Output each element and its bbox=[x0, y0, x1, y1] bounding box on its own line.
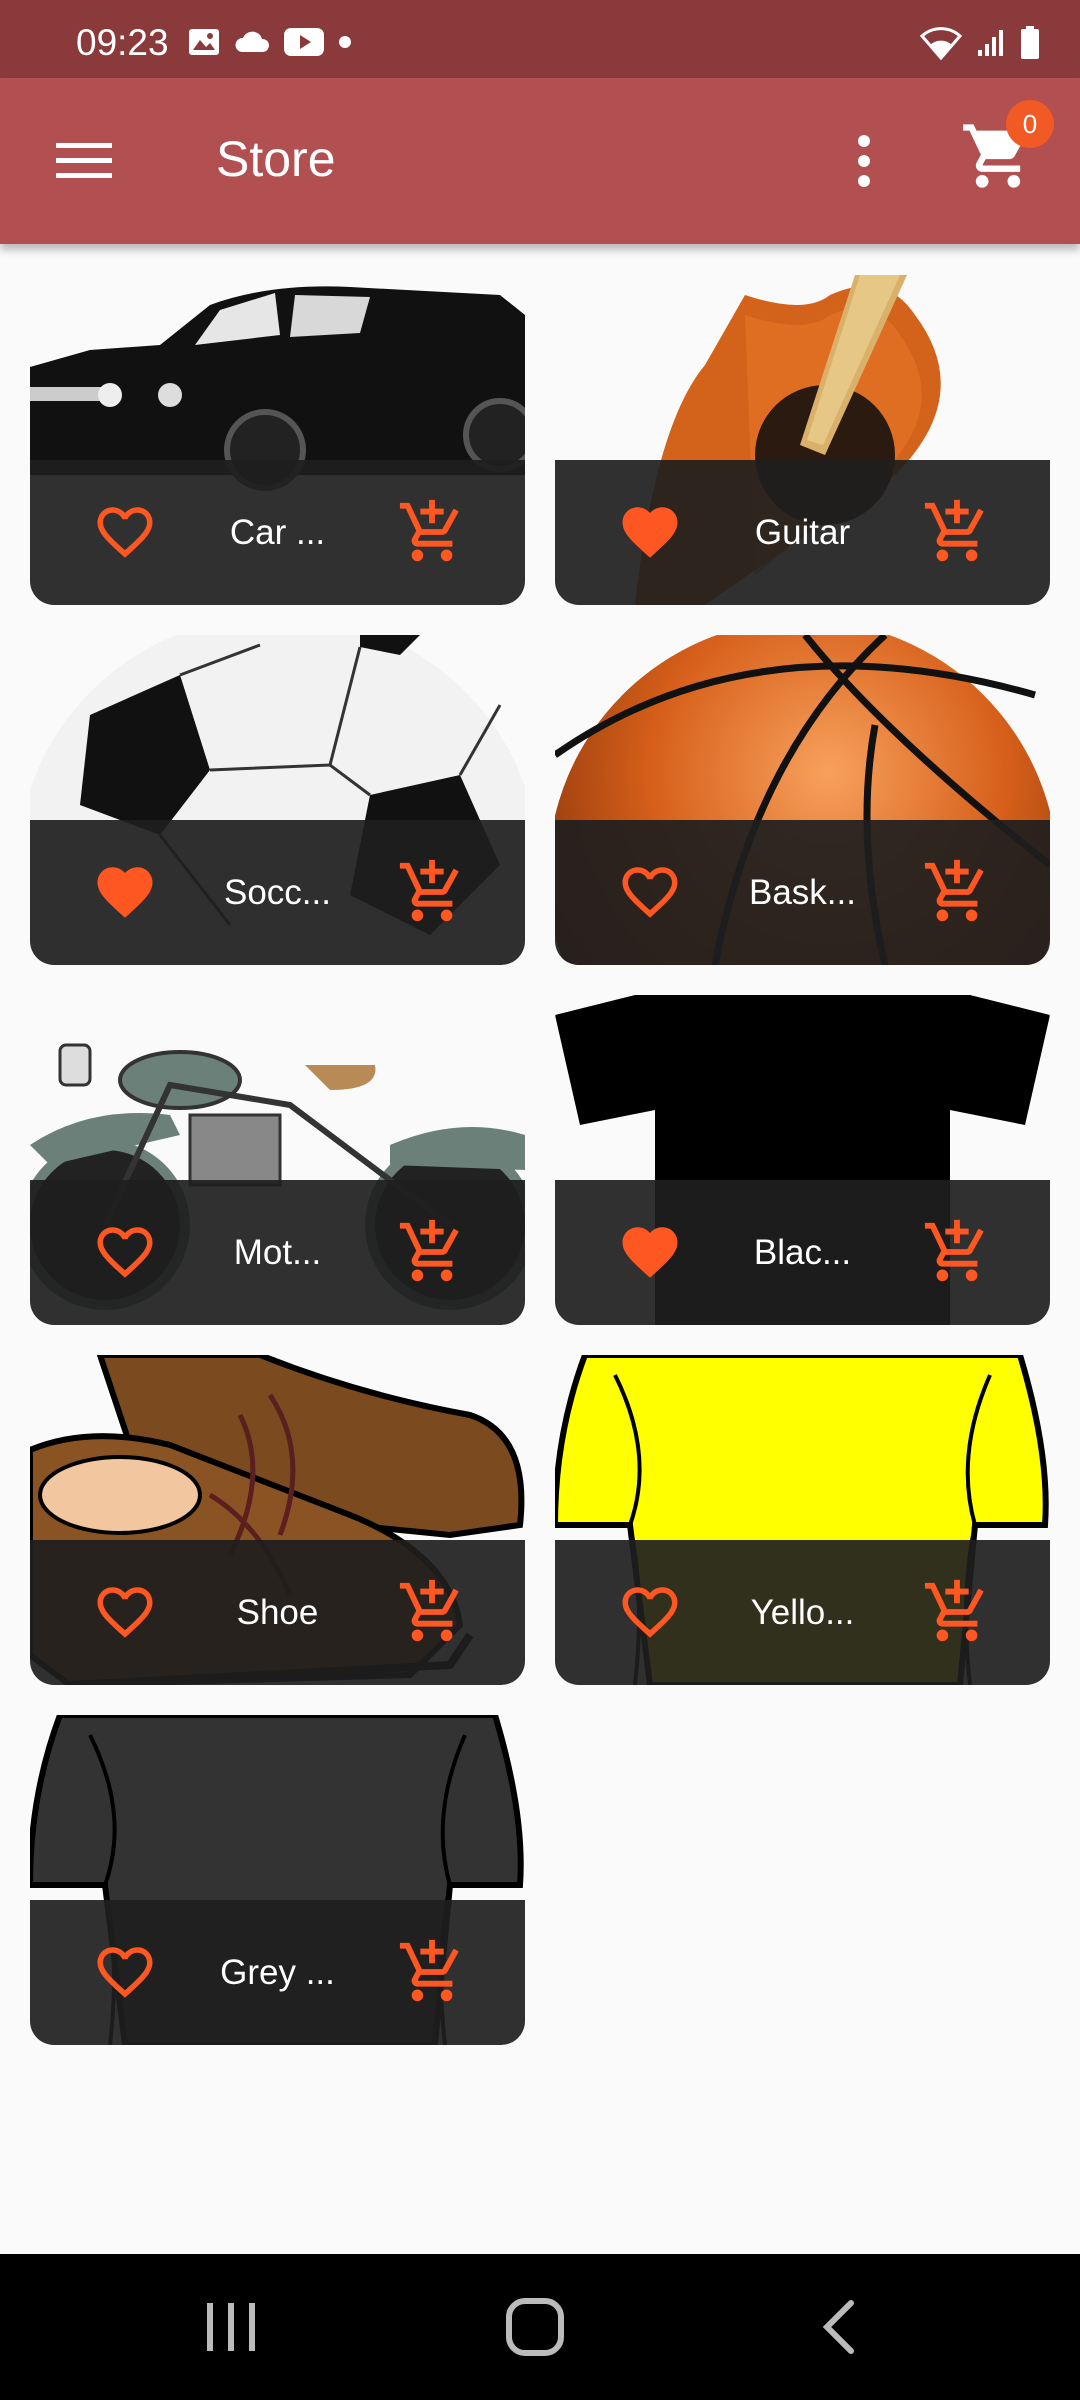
recents-button[interactable] bbox=[186, 2292, 276, 2362]
add-shopping-cart-icon[interactable] bbox=[922, 497, 992, 567]
add-shopping-cart-icon[interactable] bbox=[397, 1937, 467, 2007]
add-shopping-cart-icon[interactable] bbox=[922, 1577, 992, 1647]
product-card-yellow-tshirt[interactable]: Yello... bbox=[555, 1355, 1050, 1685]
back-icon bbox=[822, 2300, 854, 2354]
home-icon bbox=[506, 2298, 564, 2356]
product-card-shoe[interactable]: Shoe bbox=[30, 1355, 525, 1685]
product-card-soccer[interactable]: Socc... bbox=[30, 635, 525, 965]
add-shopping-cart-icon[interactable] bbox=[397, 1577, 467, 1647]
home-button[interactable] bbox=[490, 2292, 580, 2362]
system-nav-bar bbox=[0, 2254, 1080, 2400]
product-card-car[interactable]: Car ... bbox=[30, 275, 525, 605]
product-card-guitar[interactable]: Guitar bbox=[555, 275, 1050, 605]
product-grid: Car ... Guitar Socc... Bask... Mot... Bl… bbox=[0, 0, 1080, 2400]
product-card-basketball[interactable]: Bask... bbox=[555, 635, 1050, 965]
add-shopping-cart-icon[interactable] bbox=[922, 857, 992, 927]
product-card-motorcycle[interactable]: Mot... bbox=[30, 995, 525, 1325]
add-shopping-cart-icon[interactable] bbox=[922, 1217, 992, 1287]
add-shopping-cart-icon[interactable] bbox=[397, 1217, 467, 1287]
product-card-black-tshirt[interactable]: Blac... bbox=[555, 995, 1050, 1325]
add-shopping-cart-icon[interactable] bbox=[397, 857, 467, 927]
product-card-grey-tshirt[interactable]: Grey ... bbox=[30, 1715, 525, 2045]
back-button[interactable] bbox=[794, 2292, 884, 2362]
add-shopping-cart-icon[interactable] bbox=[397, 497, 467, 567]
recents-icon bbox=[207, 2303, 255, 2351]
